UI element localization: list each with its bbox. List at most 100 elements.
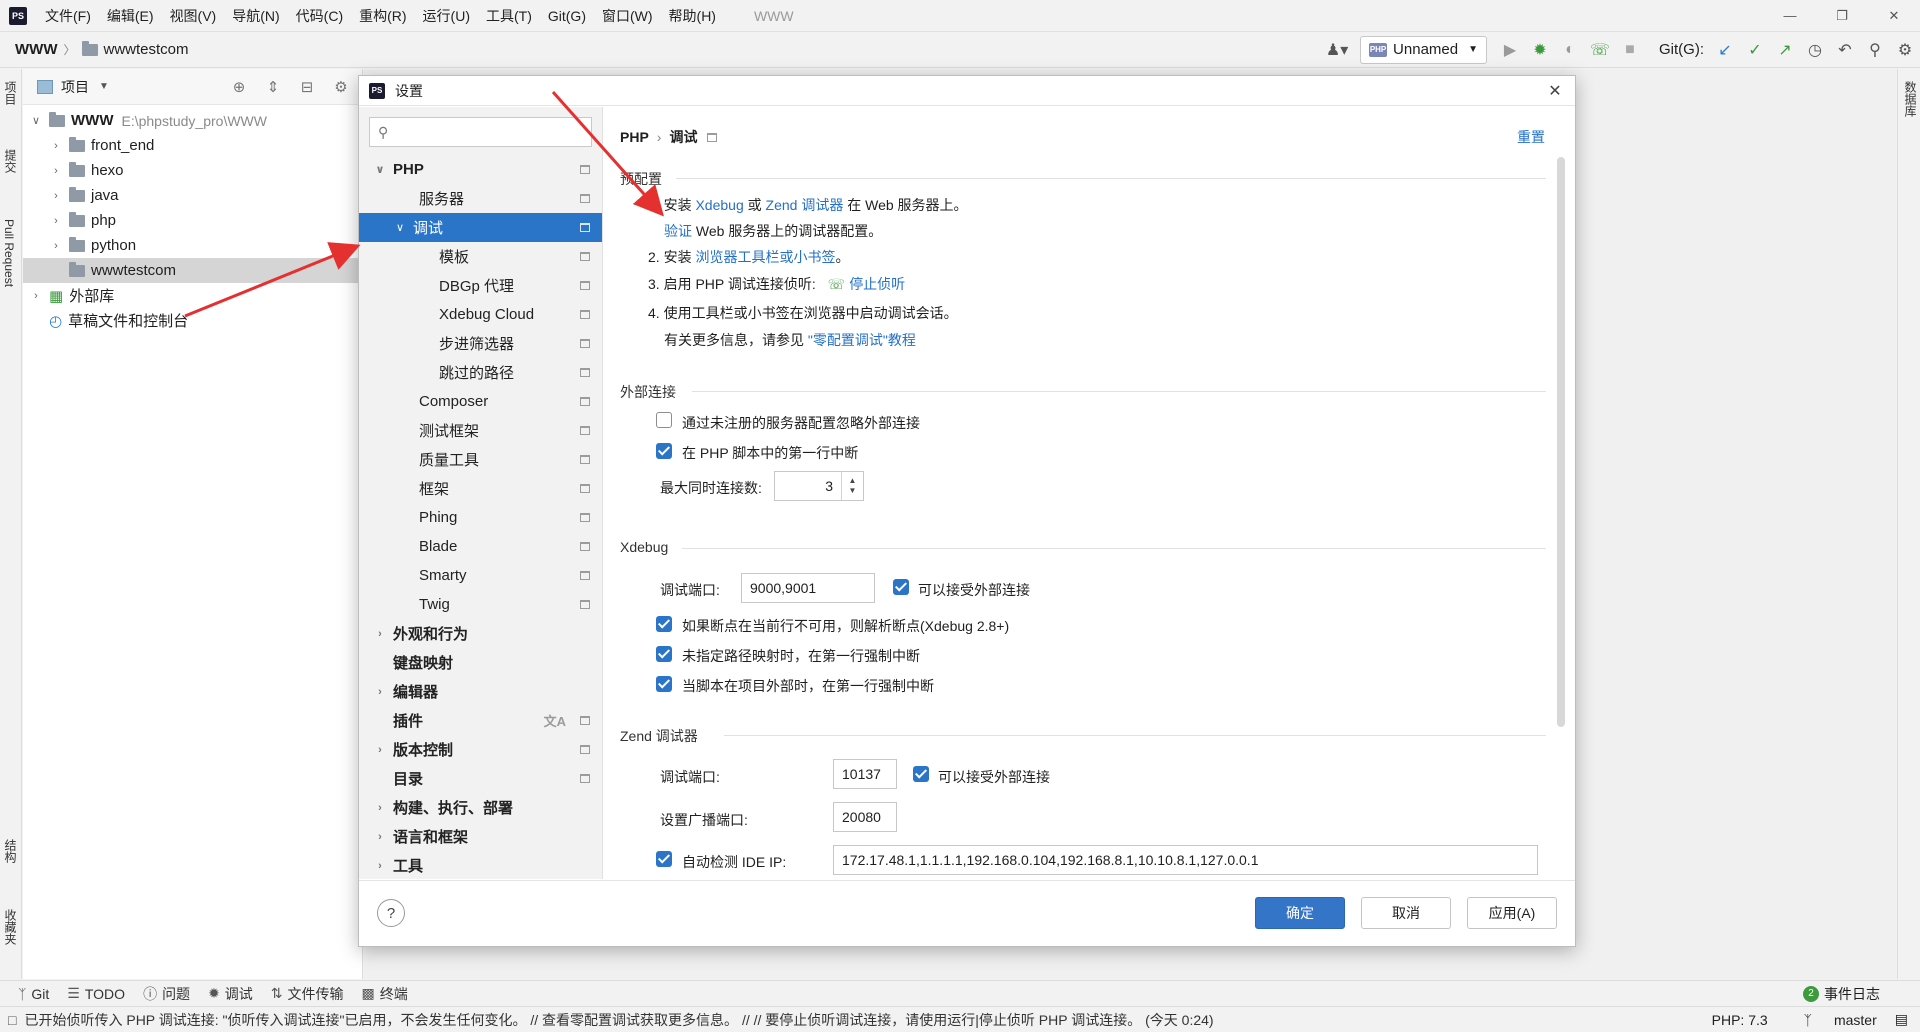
settings-tree-item[interactable]: › 工具 <box>359 851 602 879</box>
tool-todo[interactable]: ☰ TODO <box>67 985 125 1002</box>
auto-detect-ip-checkbox[interactable] <box>656 851 672 867</box>
break-first-line-checkbox[interactable] <box>656 443 672 459</box>
status-message[interactable]: 已开始侦听传入 PHP 调试连接: "侦听传入调试连接"已启用，不会发生任何变化… <box>24 1010 1213 1030</box>
settings-tree-item[interactable]: DBGp 代理 <box>359 271 602 300</box>
settings-tree-item[interactable]: Phing <box>359 503 602 532</box>
settings-tree-item[interactable]: 测试框架 <box>359 416 602 445</box>
chevron-right-icon[interactable]: › <box>373 686 387 698</box>
chevron-right-icon[interactable]: › <box>49 215 63 227</box>
settings-tree-item[interactable]: 质量工具 <box>359 445 602 474</box>
settings-tree-item[interactable]: › 编辑器 <box>359 677 602 706</box>
menu-refactor[interactable]: 重构(R) <box>351 0 414 32</box>
chevron-right-icon[interactable]: › <box>49 140 63 152</box>
chevron-down-icon[interactable]: ∨ <box>373 163 387 176</box>
close-window-button[interactable]: ✕ <box>1868 0 1920 32</box>
settings-tree-item[interactable]: Composer <box>359 387 602 416</box>
zend-debugger-link[interactable]: Zend 调试器 <box>766 197 844 213</box>
stepper-arrows-icon[interactable]: ▲ ▼ <box>841 472 863 500</box>
gear-icon[interactable]: ⚙ <box>324 78 358 96</box>
max-connections-stepper[interactable]: 3 ▲ ▼ <box>774 471 864 501</box>
rollback-icon[interactable]: ↶ <box>1830 35 1860 65</box>
listen-debug-icon[interactable]: ☏ <box>828 276 846 292</box>
tree-folder[interactable]: › hexo <box>23 158 362 183</box>
debug-icon[interactable]: ✹ <box>1525 35 1555 65</box>
ok-button[interactable]: 确定 <box>1255 897 1345 929</box>
chevron-right-icon[interactable]: › <box>373 860 387 872</box>
settings-search-input[interactable]: ⚲ <box>369 117 592 147</box>
settings-tree-item[interactable]: 跳过的路径 <box>359 358 602 387</box>
project-panel-title[interactable]: 项目 <box>61 77 89 97</box>
locate-icon[interactable]: ⊕ <box>222 78 256 96</box>
expand-all-icon[interactable]: ⇕ <box>256 78 290 96</box>
tool-tab-pull-request[interactable]: Pull Request <box>2 219 16 287</box>
zend-port-input[interactable]: 10137 <box>833 759 897 789</box>
settings-tree-item[interactable]: › 外观和行为 <box>359 619 602 648</box>
broadcast-port-input[interactable]: 20080 <box>833 802 897 832</box>
tool-tab-commit[interactable]: 提交 <box>2 149 19 173</box>
tree-folder-selected[interactable]: wwwtestcom <box>23 258 362 283</box>
tool-tab-project[interactable]: 项目 <box>2 81 19 105</box>
content-scrollbar[interactable] <box>1557 157 1565 727</box>
menu-view[interactable]: 视图(V) <box>162 0 225 32</box>
ide-ip-input[interactable]: 172.17.48.1,1.1.1.1,192.168.0.104,192.16… <box>833 845 1538 875</box>
resolve-breakpoint-checkbox[interactable] <box>656 616 672 632</box>
tool-tab-database[interactable]: 数据库 <box>1902 81 1919 117</box>
chevron-down-icon[interactable]: ∨ <box>29 114 43 127</box>
settings-tree-item[interactable]: 插件 文A <box>359 706 602 735</box>
settings-tree-item[interactable]: 步进筛选器 <box>359 329 602 358</box>
chevron-down-icon[interactable]: ∨ <box>393 221 407 234</box>
listen-debug-icon[interactable]: ☏ <box>1585 35 1615 65</box>
menu-window[interactable]: 窗口(W) <box>594 0 661 32</box>
chevron-right-icon[interactable]: › <box>373 744 387 756</box>
settings-tree-item[interactable]: 目录 <box>359 764 602 793</box>
chevron-right-icon[interactable]: › <box>49 190 63 202</box>
force-break-outside-checkbox[interactable] <box>656 676 672 692</box>
tool-debug[interactable]: ✹ 调试 <box>208 984 253 1004</box>
tool-tab-favorites[interactable]: 收藏夹 <box>2 909 19 945</box>
apply-button[interactable]: 应用(A) <box>1467 897 1557 929</box>
tree-scratches[interactable]: ◴ 草稿文件和控制台 <box>23 308 362 333</box>
search-icon[interactable]: ⚲ <box>1860 35 1890 65</box>
history-icon[interactable]: ◷ <box>1800 35 1830 65</box>
settings-tree-item[interactable]: › 版本控制 <box>359 735 602 764</box>
verify-link[interactable]: 验证 <box>664 223 692 239</box>
user-icon[interactable]: ♟▾ <box>1322 35 1352 65</box>
tool-tab-structure[interactable]: 结构 <box>2 839 19 863</box>
tree-folder[interactable]: › php <box>23 208 362 233</box>
browser-toolbar-link[interactable]: 浏览器工具栏或小书签 <box>695 249 835 265</box>
run-icon[interactable]: ▶ <box>1495 35 1525 65</box>
php-version[interactable]: PHP: 7.3 <box>1712 1012 1768 1028</box>
stop-listening-link[interactable]: 停止侦听 <box>849 276 905 292</box>
tool-git[interactable]: ᛉ Git <box>18 986 49 1002</box>
settings-tree-item-selected[interactable]: ∨ 调试 <box>359 213 602 242</box>
help-button[interactable]: ? <box>377 899 405 927</box>
git-branch[interactable]: ᛉ master <box>1786 1012 1877 1028</box>
zero-config-tutorial-link[interactable]: "零配置调试"教程 <box>808 332 916 348</box>
settings-tree-item[interactable]: 模板 <box>359 242 602 271</box>
minimize-button[interactable]: — <box>1764 0 1816 32</box>
tool-problems[interactable]: ⓘ 问题 <box>143 984 190 1004</box>
force-break-no-mapping-checkbox[interactable] <box>656 646 672 662</box>
chevron-right-icon[interactable]: › <box>49 240 63 252</box>
chevron-right-icon[interactable]: › <box>373 802 387 814</box>
event-log[interactable]: 2 事件日志 <box>1803 984 1880 1004</box>
tree-folder[interactable]: › python <box>23 233 362 258</box>
menu-code[interactable]: 代码(C) <box>288 0 351 32</box>
lock-icon[interactable]: ▤ <box>1895 1011 1908 1028</box>
settings-tree-item[interactable]: 服务器 <box>359 184 602 213</box>
tool-terminal[interactable]: ▩ 终端 <box>362 984 408 1004</box>
breadcrumb-root[interactable]: WWW <box>15 41 57 58</box>
chevron-right-icon[interactable]: › <box>373 831 387 843</box>
collapse-all-icon[interactable]: ⊟ <box>290 78 324 96</box>
breadcrumb-leaf[interactable]: wwwtestcom <box>104 41 189 58</box>
chevron-down-icon[interactable]: ▼ <box>99 81 109 92</box>
ignore-unregistered-checkbox[interactable] <box>656 412 672 428</box>
git-commit-icon[interactable]: ✓ <box>1740 35 1770 65</box>
run-config-selector[interactable]: PHP Unnamed ▼ <box>1360 35 1487 64</box>
xdebug-port-input[interactable]: 9000,9001 <box>741 573 875 603</box>
chevron-right-icon[interactable]: › <box>49 165 63 177</box>
tool-file-transfer[interactable]: ⇅ 文件传输 <box>271 984 344 1004</box>
tree-root[interactable]: ∨ WWW E:\phpstudy_pro\WWW <box>23 108 362 133</box>
settings-tree-item[interactable]: › 构建、执行、部署 <box>359 793 602 822</box>
git-update-icon[interactable]: ↙ <box>1710 35 1740 65</box>
